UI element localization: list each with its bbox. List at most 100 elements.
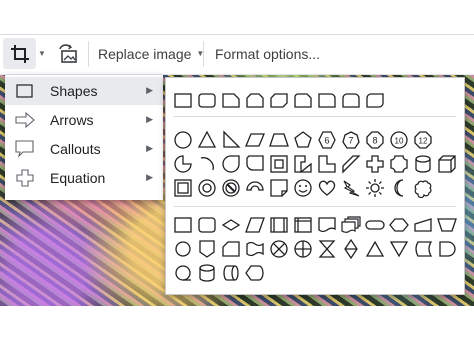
shape-cube[interactable] [437,154,457,174]
shape-round-single-corner[interactable] [317,92,337,110]
shape-flowchart-display[interactable] [245,263,265,283]
shape-moon[interactable] [389,178,409,198]
shape-snip-round[interactable] [293,92,313,110]
shape-flowchart-delay[interactable] [437,239,457,259]
shape-dodecagon-12[interactable]: 12 [413,130,433,150]
format-options-label: Format options... [215,45,321,62]
shape-flowchart-internal-storage[interactable] [293,216,313,234]
shape-plus[interactable] [365,154,385,174]
shape-diagonal-stripe[interactable] [341,154,361,174]
shape-snip-single-corner[interactable] [221,92,241,110]
shape-flowchart-process[interactable] [173,216,193,234]
shape-plaque[interactable] [389,154,409,174]
shape-flowchart-punched-tape[interactable] [245,239,265,259]
callout-icon [14,140,36,158]
shape-block-arc[interactable] [245,178,265,198]
crop-options-dropdown[interactable]: ▼ [36,38,48,69]
shape-flowchart-terminator[interactable] [365,216,385,234]
triangle-right-icon: ▶ [146,114,153,124]
format-options-button[interactable]: Format options... [215,35,320,72]
shape-flowchart-collate[interactable] [317,239,337,259]
shape-smiley-face[interactable] [293,178,313,198]
shape-teardrop[interactable] [221,154,241,174]
panel-divider [174,206,456,207]
menu-item-label: Equation [50,170,106,186]
shapes-panel: 6 7 8 10 12 [165,77,465,295]
shape-parallelogram[interactable] [245,130,265,150]
shape-rectangle[interactable] [173,92,193,110]
menu-item-arrows[interactable]: Arrows ▶ [5,106,163,134]
crop-button[interactable] [3,38,36,69]
shape-frame[interactable] [269,154,289,174]
menu-item-label: Shapes [50,83,98,99]
shape-rounded-rectangle[interactable] [197,92,217,110]
reset-image-button[interactable] [55,40,81,68]
shape-oval[interactable] [173,130,193,150]
svg-text:6: 6 [324,136,329,146]
shape-can[interactable] [413,154,433,174]
menu-item-shapes[interactable]: Shapes ▶ [5,77,163,105]
shape-flowchart-connector[interactable] [173,239,193,259]
right-arrow-icon [14,111,36,129]
shape-folded-corner[interactable] [269,178,289,198]
shape-right-triangle[interactable] [221,130,241,150]
shape-donut[interactable] [197,178,217,198]
shape-flowchart-multidocument[interactable] [341,216,361,234]
shape-flowchart-offpage-connector[interactable] [197,239,217,259]
shape-flowchart-merge[interactable] [389,239,409,259]
triangle-right-icon: ▶ [146,143,153,153]
shape-flowchart-data[interactable] [245,216,265,234]
shape-flowchart-sequential-access-storage[interactable] [173,263,193,283]
shape-flowchart-document[interactable] [317,216,337,234]
shape-flowchart-sort[interactable] [341,239,361,259]
shape-cloud[interactable] [413,178,433,198]
replace-image-label: Replace image [98,45,192,62]
shape-hexagon-6[interactable]: 6 [317,130,337,150]
replace-image-button[interactable]: Replace image ▼ [98,35,204,72]
shape-snip-same-side[interactable] [245,92,265,110]
shape-lightning-bolt[interactable] [341,178,361,198]
shape-bevel[interactable] [173,178,193,198]
image-toolbar: ▼ Replace image ▼ Format options... [0,34,474,75]
shape-flowchart-decision[interactable] [221,216,241,234]
triangle-right-icon: ▶ [146,172,153,182]
shape-pentagon[interactable] [293,130,313,150]
svg-text:7: 7 [348,136,353,146]
svg-text:12: 12 [419,137,428,146]
shape-chord[interactable] [245,154,265,174]
shape-flowchart-preparation[interactable] [389,216,409,234]
shape-flowchart-extract[interactable] [365,239,385,259]
shape-trapezoid[interactable] [269,130,289,150]
shape-flowchart-direct-access-storage[interactable] [221,263,241,283]
shape-heptagon-7[interactable]: 7 [341,130,361,150]
triangle-right-icon: ▶ [146,85,153,95]
shape-sun[interactable] [365,178,385,198]
shape-flowchart-manual-operation[interactable] [437,216,457,234]
shape-flowchart-magnetic-disk[interactable] [197,263,217,283]
shape-pie[interactable] [173,154,193,174]
shape-flowchart-alternate-process[interactable] [197,216,217,234]
shape-no-symbol[interactable] [221,178,241,198]
shape-arc[interactable] [197,154,217,174]
panel-divider [174,116,456,117]
shape-round-diagonal[interactable] [365,92,385,110]
shape-octagon-8[interactable]: 8 [365,130,385,150]
shape-flowchart-predefined-process[interactable] [269,216,289,234]
shape-flowchart-stored-data[interactable] [413,239,433,259]
shape-l-shape[interactable] [317,154,337,174]
menu-item-callouts[interactable]: Callouts ▶ [5,135,163,163]
shape-flowchart-summing-junction[interactable] [269,239,289,259]
shape-flowchart-manual-input[interactable] [413,216,433,234]
shape-flowchart-or[interactable] [293,239,313,259]
shape-snip-diagonal[interactable] [269,92,289,110]
plus-icon [14,169,36,187]
shape-heart[interactable] [317,178,337,198]
menu-item-equation[interactable]: Equation ▶ [5,164,163,192]
menu-item-label: Callouts [50,141,101,157]
svg-text:10: 10 [395,137,404,146]
shape-triangle[interactable] [197,130,217,150]
shape-half-frame[interactable] [293,154,313,174]
shape-decagon-10[interactable]: 10 [389,130,409,150]
shape-flowchart-card[interactable] [221,239,241,259]
shape-round-same-side[interactable] [341,92,361,110]
